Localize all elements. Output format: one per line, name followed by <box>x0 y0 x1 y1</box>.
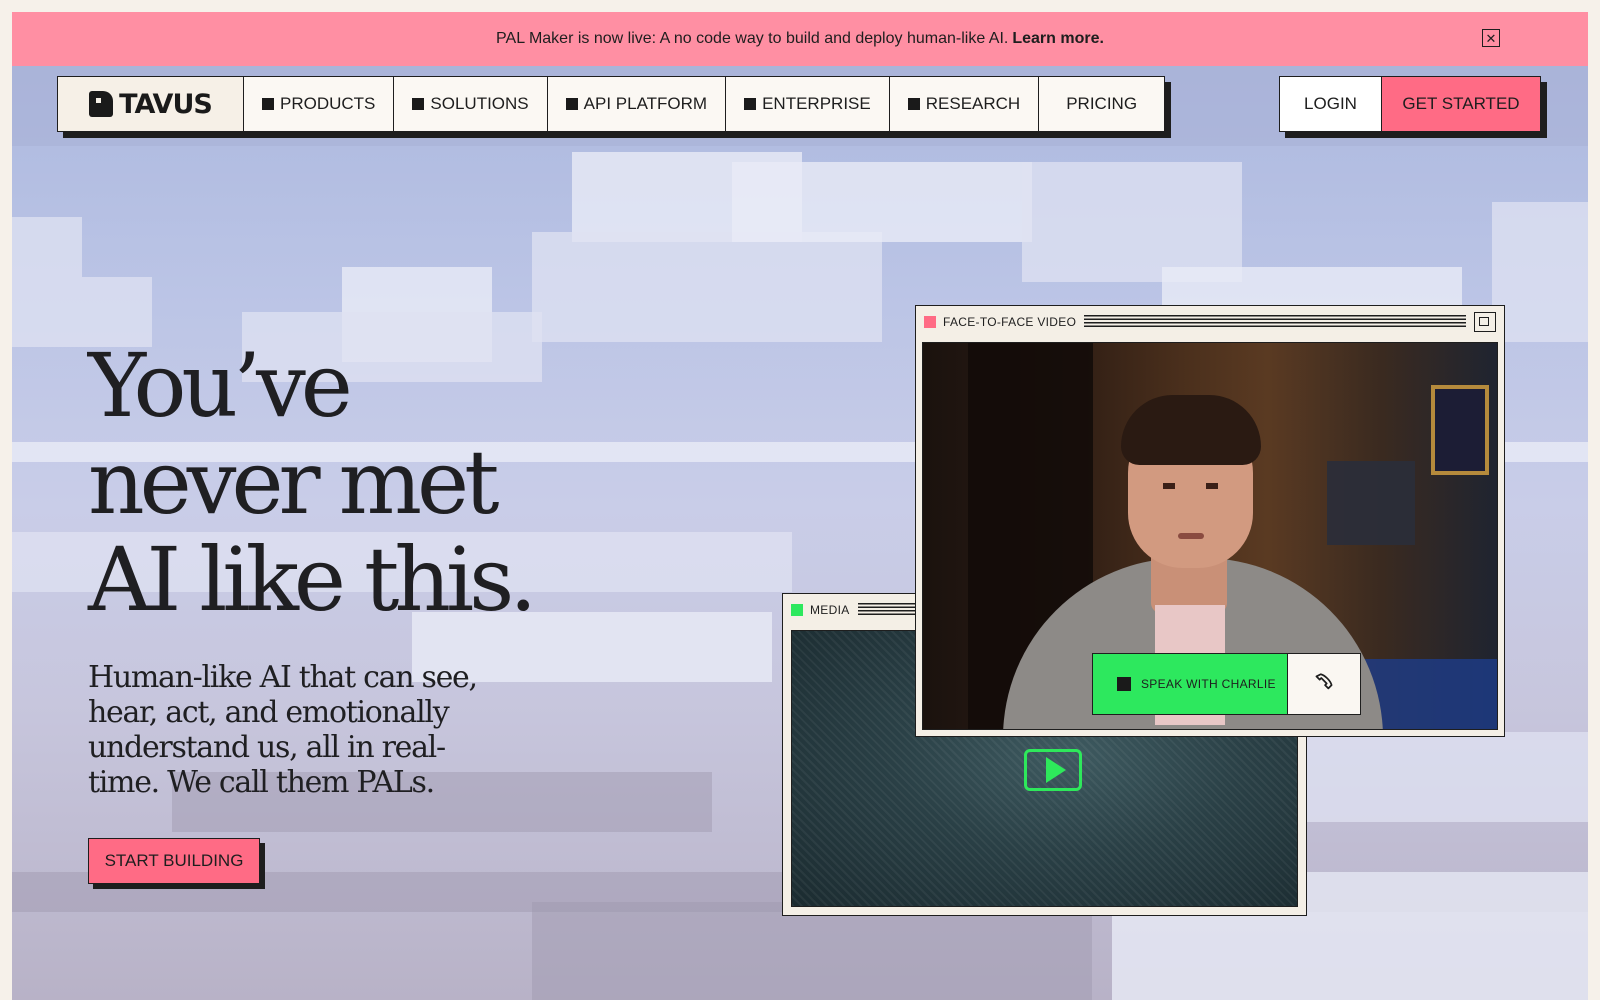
headline-line: You’ve <box>88 334 353 437</box>
titlebar-stripes <box>1084 315 1466 329</box>
status-dot <box>924 316 936 328</box>
square-bullet-icon <box>1117 677 1131 691</box>
square-bullet-icon <box>744 98 757 110</box>
expand-icon[interactable] <box>1474 312 1496 332</box>
learn-more-link[interactable]: Learn more. <box>1012 30 1104 48</box>
speak-with-charlie-button[interactable]: SPEAK WITH CHARLIE <box>1093 654 1288 714</box>
nav-item-pricing[interactable]: PRICING <box>1039 77 1164 131</box>
get-started-button[interactable]: GET STARTED <box>1382 77 1540 131</box>
nav-item-api-platform[interactable]: API PLATFORM <box>548 77 727 131</box>
nav-item-label: PRICING <box>1066 94 1138 113</box>
hero-subheadline: Human-like AI that can see, hear, act, a… <box>88 660 478 800</box>
start-building-button[interactable]: START BUILDING <box>88 838 260 884</box>
background-cloud <box>1302 732 1588 822</box>
square-bullet-icon <box>907 98 920 110</box>
phone-icon[interactable] <box>1288 654 1360 714</box>
play-icon[interactable] <box>1024 749 1082 791</box>
background-cloud <box>532 902 1092 1000</box>
nav-item-label: RESEARCH <box>925 94 1021 113</box>
speak-label: SPEAK WITH CHARLIE <box>1141 677 1276 691</box>
main-nav: TAVUS PRODUCTS SOLUTIONS API PLATFORM EN… <box>57 76 1166 132</box>
page-frame: PAL Maker is now live: A no code way to … <box>12 12 1588 1000</box>
background-cloud <box>1022 162 1242 282</box>
nav-item-label: SOLUTIONS <box>430 94 529 113</box>
video-window-title: FACE-TO-FACE VIDEO <box>943 315 1077 329</box>
speak-with-charlie-control: SPEAK WITH CHARLIE <box>1092 653 1361 715</box>
headline-line: never met <box>88 431 499 534</box>
video-background-picture <box>1431 385 1489 475</box>
nav-item-label: ENTERPRISE <box>762 94 871 113</box>
headline-line: AI like this. <box>88 528 537 631</box>
media-window-title: MEDIA <box>810 603 850 617</box>
announcement-banner: PAL Maker is now live: A no code way to … <box>12 12 1588 66</box>
logo-text: TAVUS <box>119 88 213 120</box>
banner-text: PAL Maker is now live: A no code way to … <box>496 30 1009 47</box>
square-bullet-icon <box>565 98 578 110</box>
nav-item-solutions[interactable]: SOLUTIONS <box>394 77 548 131</box>
hero-headline: You’ve never met AI like this. <box>88 337 608 628</box>
status-dot <box>791 604 803 616</box>
video-window-titlebar[interactable]: FACE-TO-FACE VIDEO <box>916 306 1504 338</box>
close-icon[interactable]: ✕ <box>1482 29 1500 47</box>
background-cloud <box>532 232 882 342</box>
auth-buttons: LOGIN GET STARTED <box>1279 76 1541 132</box>
nav-item-label: PRODUCTS <box>280 94 376 113</box>
tavus-logo-mark-icon <box>89 91 114 117</box>
person-hair <box>1121 395 1261 465</box>
login-button[interactable]: LOGIN <box>1280 77 1382 131</box>
background-cloud <box>12 217 82 277</box>
nav-item-enterprise[interactable]: ENTERPRISE <box>726 77 890 131</box>
tavus-logo[interactable]: TAVUS <box>58 77 244 131</box>
background-cloud <box>1492 202 1588 342</box>
background-cloud <box>732 162 1032 242</box>
nav-item-research[interactable]: RESEARCH <box>890 77 1040 131</box>
square-bullet-icon <box>262 98 274 110</box>
square-bullet-icon <box>412 98 425 110</box>
nav-item-label: API PLATFORM <box>583 94 708 113</box>
nav-item-products[interactable]: PRODUCTS <box>244 77 395 131</box>
person-mouth <box>1178 533 1204 539</box>
video-background-poster <box>1327 461 1415 545</box>
person-eyes <box>1163 483 1218 489</box>
